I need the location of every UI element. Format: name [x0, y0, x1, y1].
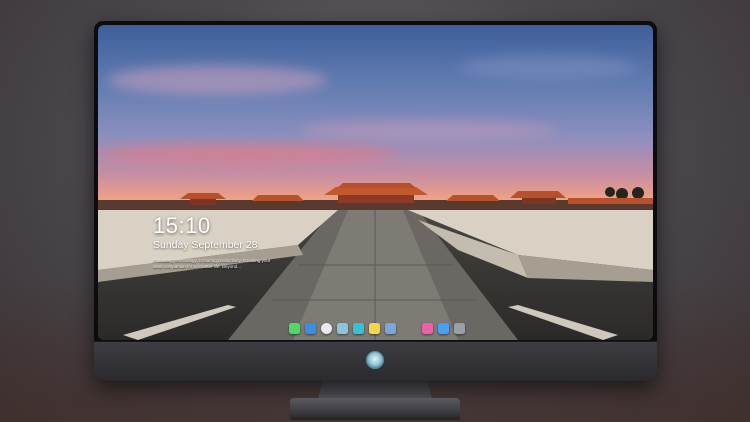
monitor: 15:10 Sunday September 28 Innovating tec… — [94, 21, 657, 381]
palace-silhouette — [98, 183, 653, 213]
lock-tagline: Innovating technology. Ensuring producti… — [153, 258, 271, 269]
appstore-icon[interactable] — [438, 322, 449, 334]
lock-date: Sunday September 28 — [153, 239, 258, 251]
cloud — [108, 65, 328, 95]
preview-icon[interactable] — [385, 322, 396, 334]
lock-screen[interactable]: 15:10 Sunday September 28 Innovating tec… — [98, 25, 653, 340]
lock-clock: 15:10 — [153, 213, 211, 238]
music-icon[interactable] — [422, 322, 433, 334]
cloud — [458, 55, 638, 79]
safari-icon[interactable] — [321, 322, 332, 334]
monitor-stand-base — [290, 398, 460, 420]
messages-icon[interactable] — [289, 322, 300, 334]
camera-icon[interactable] — [454, 322, 465, 334]
stickies-icon[interactable] — [369, 322, 380, 334]
notes-icon[interactable] — [337, 322, 348, 334]
dock — [289, 321, 465, 335]
cloud — [98, 143, 398, 165]
monitor-stand-neck — [318, 381, 432, 399]
brand-logo-icon — [366, 351, 384, 369]
cloud — [298, 120, 558, 140]
clapper-icon[interactable] — [353, 322, 364, 334]
finder-icon[interactable] — [305, 322, 316, 334]
